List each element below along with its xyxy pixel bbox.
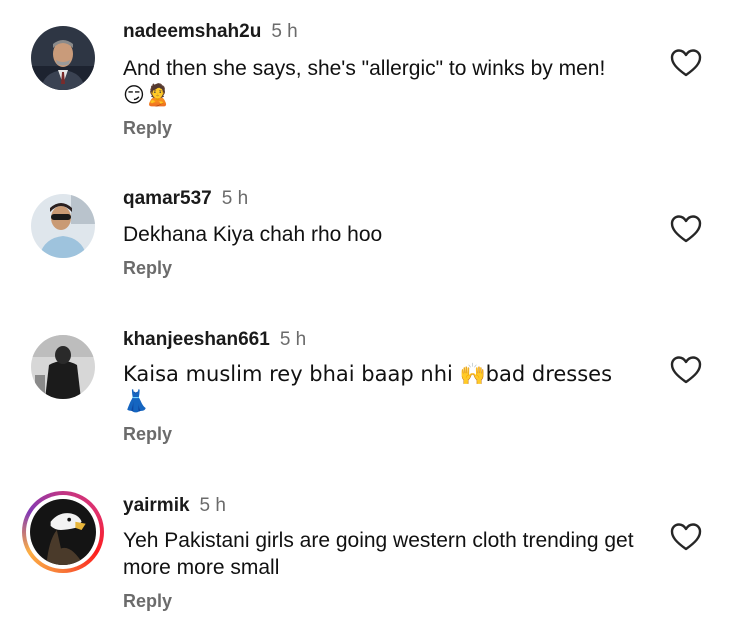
reply-button[interactable]: Reply xyxy=(123,591,172,612)
username[interactable]: yairmik xyxy=(123,495,190,516)
comment-text: Yeh Pakistani girls are going western cl… xyxy=(123,527,643,581)
comment-text: Kaisa muslim rey bhai baap nhi 🙌bad dres… xyxy=(123,361,643,415)
comment-text-line: Dekhana Kiya chah rho hoo xyxy=(123,223,383,246)
emoji-line: 👗 xyxy=(123,389,150,413)
reply-button[interactable]: Reply xyxy=(123,258,172,279)
heart-outline-icon[interactable] xyxy=(670,214,702,244)
comment-meta: yairmik 5 h xyxy=(123,495,226,517)
timestamp: 5 h xyxy=(279,329,307,350)
eagle-avatar xyxy=(30,499,96,565)
avatar[interactable] xyxy=(31,335,95,399)
username[interactable]: qamar537 xyxy=(123,188,212,209)
username[interactable]: khanjeeshan661 xyxy=(123,329,270,350)
reply-button[interactable]: Reply xyxy=(123,118,172,139)
heart-outline-icon[interactable] xyxy=(670,355,702,385)
timestamp: 5 h xyxy=(221,188,249,209)
comment-meta: nadeemshah2u 5 h xyxy=(123,21,298,43)
reply-button[interactable]: Reply xyxy=(123,424,172,445)
avatar[interactable] xyxy=(31,194,95,258)
comment-meta: khanjeeshan661 5 h xyxy=(123,329,306,351)
emoji-line: 😏🙎 xyxy=(123,83,172,107)
story-ring-avatar[interactable] xyxy=(22,491,104,573)
avatar[interactable] xyxy=(31,26,95,90)
comment-text: Dekhana Kiya chah rho hoo xyxy=(123,221,643,248)
comment-text-line: And then she says, she's "allergic" to w… xyxy=(123,57,606,80)
comment-text-line: Yeh Pakistani girls are going western cl… xyxy=(123,529,634,579)
timestamp: 5 h xyxy=(199,495,226,516)
comment-text: And then she says, she's "allergic" to w… xyxy=(123,55,643,109)
comment-text-line: Kaisa muslim rey bhai baap nhi 🙌bad dres… xyxy=(123,362,613,386)
heart-outline-icon[interactable] xyxy=(670,522,702,552)
username[interactable]: nadeemshah2u xyxy=(123,21,261,42)
timestamp: 5 h xyxy=(271,21,298,42)
heart-outline-icon[interactable] xyxy=(670,48,702,78)
comment-meta: qamar537 5 h xyxy=(123,188,248,210)
